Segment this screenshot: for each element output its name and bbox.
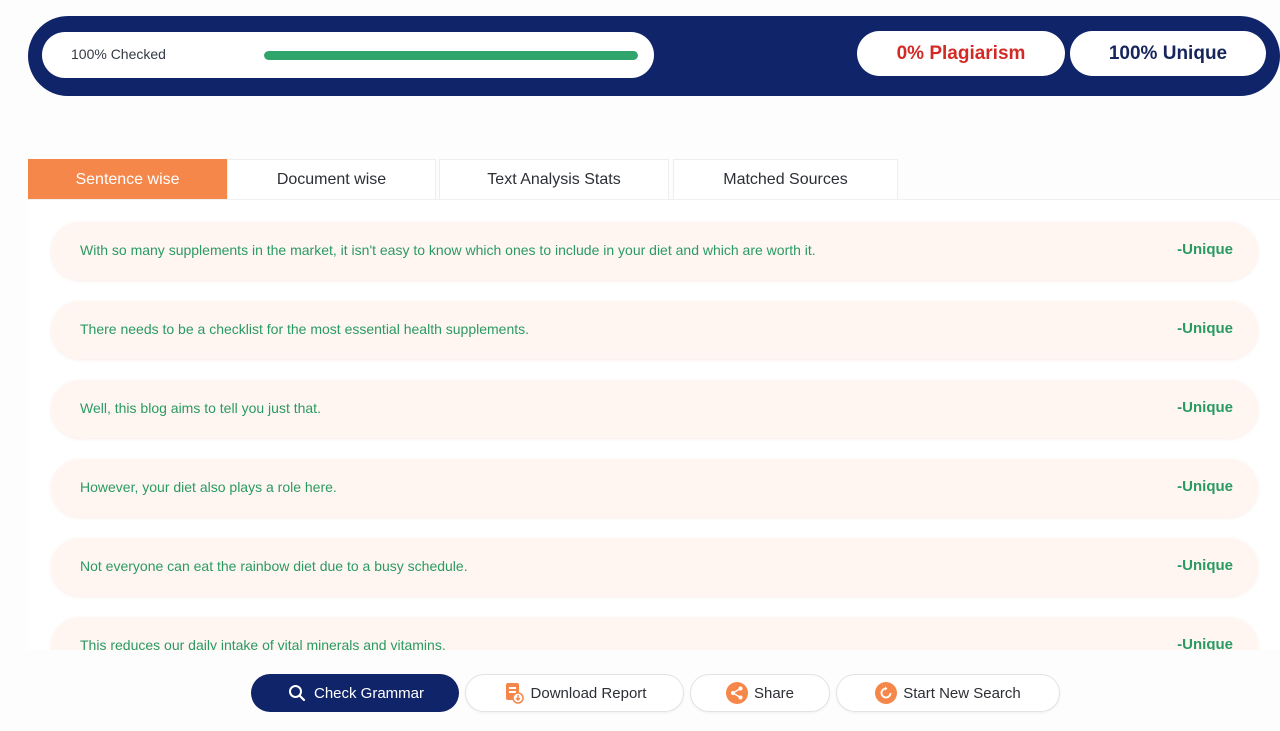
unique-percentage-badge: 100% Unique <box>1070 31 1266 76</box>
plagiarism-results-page: 100% Checked 0% Plagiarism 100% Unique S… <box>0 0 1280 731</box>
progress-label: 100% Checked <box>71 46 166 62</box>
check-grammar-button[interactable]: Check Grammar <box>251 674 459 712</box>
status-bar: 100% Checked 0% Plagiarism 100% Unique <box>28 16 1280 96</box>
sentence-text: However, your diet also plays a role her… <box>80 479 337 495</box>
check-grammar-label: Check Grammar <box>313 684 425 702</box>
results-tabs: Sentence wise Document wise Text Analysi… <box>28 159 908 199</box>
sentence-text: Not everyone can eat the rainbow diet du… <box>80 558 468 574</box>
tab-text-analysis-stats[interactable]: Text Analysis Stats <box>439 159 669 199</box>
sentence-row[interactable]: This reduces our daily intake of vital m… <box>51 617 1258 650</box>
progress-bar-fill <box>264 51 638 60</box>
tab-document-wise[interactable]: Document wise <box>227 159 436 199</box>
progress-container: 100% Checked <box>42 32 654 78</box>
share-label: Share <box>753 684 795 702</box>
tab-matched-sources[interactable]: Matched Sources <box>673 159 898 199</box>
download-report-label: Download Report <box>530 684 647 702</box>
action-bar: Check Grammar Download Report Share Star… <box>0 674 1280 714</box>
sentence-status: -Unique <box>1177 478 1233 495</box>
start-new-search-button[interactable]: Start New Search <box>836 674 1060 712</box>
start-new-search-label: Start New Search <box>903 684 1021 702</box>
sentence-status: -Unique <box>1177 636 1233 650</box>
progress-bar <box>264 51 638 60</box>
plagiarism-percentage-badge: 0% Plagiarism <box>857 31 1065 76</box>
sentence-status: -Unique <box>1177 241 1233 258</box>
sentence-text: This reduces our daily intake of vital m… <box>80 637 446 650</box>
sentence-status: -Unique <box>1177 320 1233 337</box>
sentence-row[interactable]: Well, this blog aims to tell you just th… <box>51 380 1258 438</box>
sentence-row[interactable]: There needs to be a checklist for the mo… <box>51 301 1258 359</box>
search-icon <box>286 682 308 704</box>
sentence-results-panel: With so many supplements in the market, … <box>28 199 1280 650</box>
download-report-button[interactable]: Download Report <box>465 674 684 712</box>
sentence-status: -Unique <box>1177 399 1233 416</box>
refresh-icon <box>875 682 898 704</box>
share-icon <box>725 682 748 704</box>
document-icon <box>503 682 525 704</box>
sentence-status: -Unique <box>1177 557 1233 574</box>
sentence-row[interactable]: With so many supplements in the market, … <box>51 222 1258 280</box>
sentence-text: There needs to be a checklist for the mo… <box>80 321 530 337</box>
share-button[interactable]: Share <box>690 674 830 712</box>
tab-sentence-wise[interactable]: Sentence wise <box>28 159 227 199</box>
sentence-row[interactable]: However, your diet also plays a role her… <box>51 459 1258 517</box>
sentence-text: Well, this blog aims to tell you just th… <box>80 400 321 416</box>
sentence-row[interactable]: Not everyone can eat the rainbow diet du… <box>51 538 1258 596</box>
sentence-text: With so many supplements in the market, … <box>80 242 816 258</box>
